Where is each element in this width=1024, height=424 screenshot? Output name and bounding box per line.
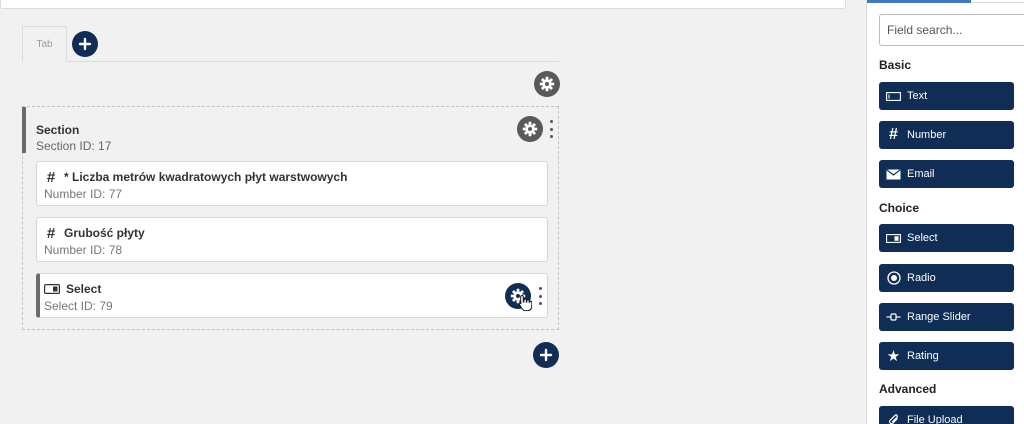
field-title: Grubość płyty (64, 226, 145, 240)
button-label: Email (907, 168, 935, 180)
star-icon: ★ (886, 348, 901, 365)
add-text-field-button[interactable]: Text (879, 82, 1014, 110)
select-icon (886, 231, 901, 245)
group-label-advanced: Advanced (879, 382, 937, 396)
button-label: Text (907, 90, 928, 102)
add-section-button[interactable] (533, 342, 559, 368)
add-rating-field-button[interactable]: ★ Rating (879, 342, 1014, 370)
add-range-slider-field-button[interactable]: Range Slider (879, 303, 1014, 331)
field-id: Number ID: 78 (44, 243, 122, 257)
field-search-input[interactable] (879, 14, 1024, 46)
field-card-number-77[interactable]: # * Liczba metrów kwadratowych płyt wars… (36, 161, 548, 206)
field-id-value: 78 (108, 243, 123, 257)
button-label: File Upload (907, 414, 963, 424)
add-radio-field-button[interactable]: Radio (879, 264, 1014, 292)
add-select-field-button[interactable]: Select (879, 224, 1014, 252)
field-title: * Liczba metrów kwadratowych płyt warstw… (64, 170, 348, 184)
button-label: Number (907, 129, 947, 141)
section-drag-handle[interactable] (22, 107, 26, 153)
field-card-number-78[interactable]: # Grubość płyty Number ID: 78 (36, 217, 548, 262)
field-id: Select ID: 79 (44, 299, 113, 313)
field-id-value: 77 (108, 187, 123, 201)
add-file-upload-field-button[interactable]: File Upload (879, 406, 1014, 424)
button-label: Range Slider (907, 311, 971, 323)
field-id-label: Number ID: (44, 187, 106, 201)
button-label: Rating (907, 350, 939, 362)
text-field-icon (886, 89, 901, 103)
field-menu-icon[interactable] (538, 287, 542, 305)
paperclip-icon (886, 413, 901, 424)
section-title: Section (36, 123, 80, 137)
button-label: Select (907, 232, 938, 244)
button-label: Radio (907, 272, 936, 284)
field-id-label: Select ID: (44, 299, 97, 313)
group-label-basic: Basic (879, 58, 912, 72)
add-number-field-button[interactable]: # Number (879, 121, 1014, 149)
field-card-select-79[interactable]: Select Select ID: 79 (36, 273, 548, 318)
tab-label: Tab (36, 39, 53, 50)
top-input-bar[interactable] (0, 0, 846, 9)
sidebar-active-tab-indicator (867, 0, 971, 3)
envelope-icon (886, 167, 901, 181)
field-id: Number ID: 77 (44, 187, 122, 201)
select-icon (44, 284, 60, 294)
plus-icon (539, 348, 553, 362)
field-palette-sidebar: Basic Text # Number Email Choice Select … (866, 0, 1024, 424)
section-menu-icon[interactable] (549, 120, 553, 138)
slider-icon (886, 310, 901, 324)
hand-cursor-icon (518, 294, 532, 311)
group-label-choice: Choice (879, 201, 920, 215)
hash-icon: # (889, 126, 898, 143)
radio-icon (886, 271, 901, 285)
add-email-field-button[interactable]: Email (879, 160, 1014, 188)
hash-icon: # (46, 168, 56, 186)
section-settings-button[interactable] (517, 116, 543, 142)
add-tab-button[interactable] (72, 31, 98, 57)
section-id-value: 17 (98, 139, 112, 153)
field-id-label: Number ID: (44, 243, 106, 257)
section-id-label: Section ID: (36, 139, 95, 153)
field-title: Select (66, 282, 102, 296)
tab-divider (67, 61, 559, 62)
plus-icon (78, 37, 92, 51)
tab-settings-button[interactable] (534, 71, 560, 97)
gear-icon (539, 76, 555, 92)
hash-icon: # (46, 224, 56, 242)
section-container[interactable]: Section Section ID: 17 # * Liczba metrów… (22, 106, 559, 330)
gear-icon (522, 121, 538, 137)
tab-tab[interactable]: Tab (22, 26, 67, 62)
section-id: Section ID: 17 (36, 139, 111, 153)
field-id-value: 79 (99, 299, 113, 313)
